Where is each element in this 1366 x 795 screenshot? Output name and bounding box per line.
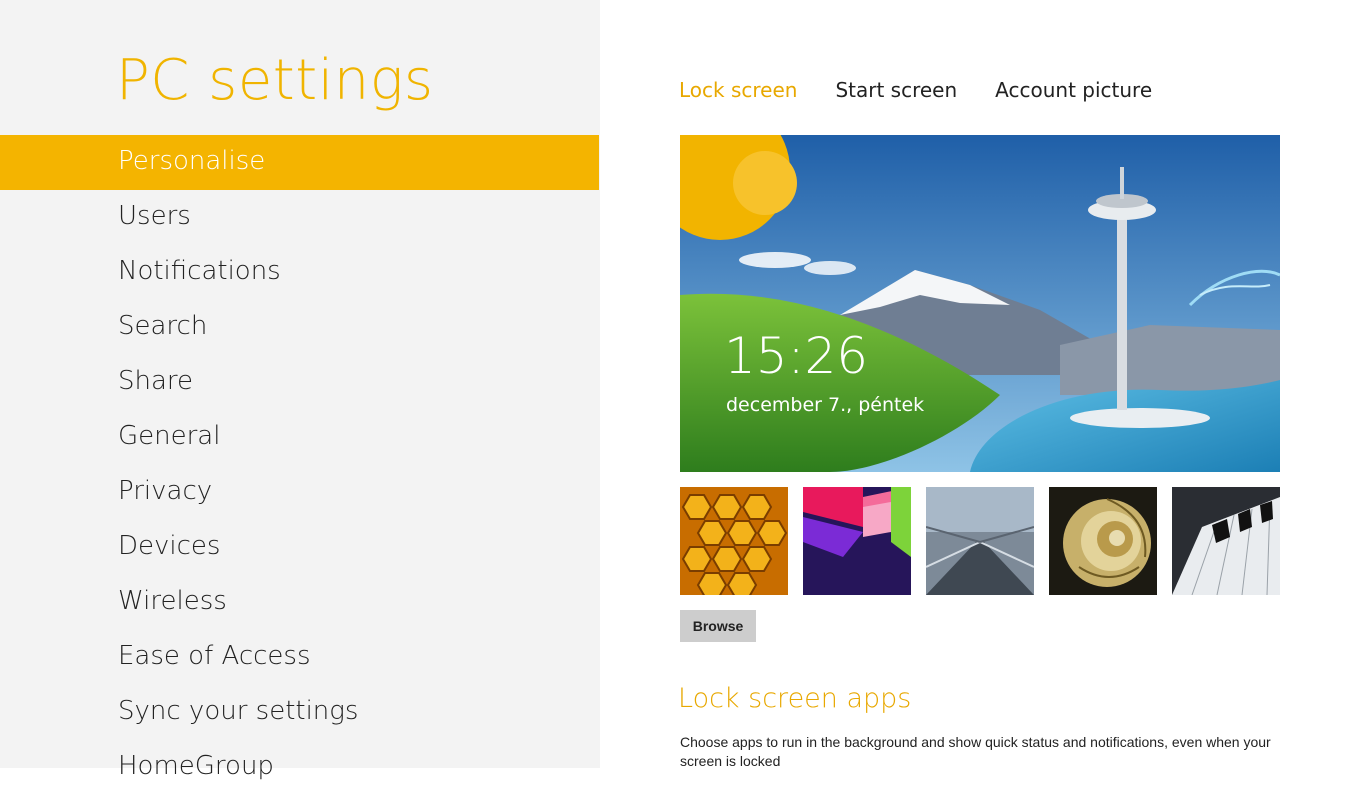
lock-screen-apps-description: Choose apps to run in the background and… [680, 734, 1271, 769]
nav-item-ease-of-access[interactable]: Ease of Access [0, 630, 599, 685]
personalise-tabs: Lock screen Start screen Account picture [679, 78, 1152, 102]
nav-item-general[interactable]: General [0, 410, 599, 465]
lock-date: december 7., péntek [726, 394, 925, 416]
page-title: PC settings [116, 48, 434, 113]
honeycomb-image [680, 487, 788, 595]
nav-item-share[interactable]: Share [0, 355, 599, 410]
nautilus-shell-image [1049, 487, 1157, 595]
piano-keys-image [1172, 487, 1280, 595]
thumbnail-colorful-cubes[interactable] [803, 487, 911, 595]
nav-item-wireless[interactable]: Wireless [0, 575, 599, 630]
lock-clock: 15:26 [724, 327, 869, 385]
left-pane: PC settings Personalise Users Notificati… [0, 0, 600, 781]
nav-item-users[interactable]: Users [0, 190, 599, 245]
tab-start-screen[interactable]: Start screen [835, 78, 957, 102]
nav-item-privacy[interactable]: Privacy [0, 465, 599, 520]
thumbnail-nautilus-shell[interactable] [1049, 487, 1157, 595]
lock-screen-apps-title: Lock screen apps [678, 683, 912, 714]
settings-nav: Personalise Users Notifications Search S… [0, 135, 599, 795]
lock-screen-thumbnails [680, 487, 1280, 595]
nav-item-devices[interactable]: Devices [0, 520, 599, 575]
thumbnail-piano-keys[interactable] [1172, 487, 1280, 595]
nav-item-sync-settings[interactable]: Sync your settings [0, 685, 599, 740]
nav-item-personalise[interactable]: Personalise [0, 135, 599, 190]
thumbnail-honeycomb[interactable] [680, 487, 788, 595]
lock-screen-image [680, 135, 1280, 472]
browse-button[interactable]: Browse [680, 610, 756, 642]
tab-lock-screen[interactable]: Lock screen [679, 78, 797, 102]
tab-account-picture[interactable]: Account picture [995, 78, 1152, 102]
colorful-cubes-image [803, 487, 911, 595]
lock-screen-preview: 15:26 december 7., péntek [680, 135, 1280, 472]
nav-item-notifications[interactable]: Notifications [0, 245, 599, 300]
nav-item-search[interactable]: Search [0, 300, 599, 355]
thumbnail-subway-tunnel[interactable] [926, 487, 1034, 595]
subway-tunnel-image [926, 487, 1034, 595]
